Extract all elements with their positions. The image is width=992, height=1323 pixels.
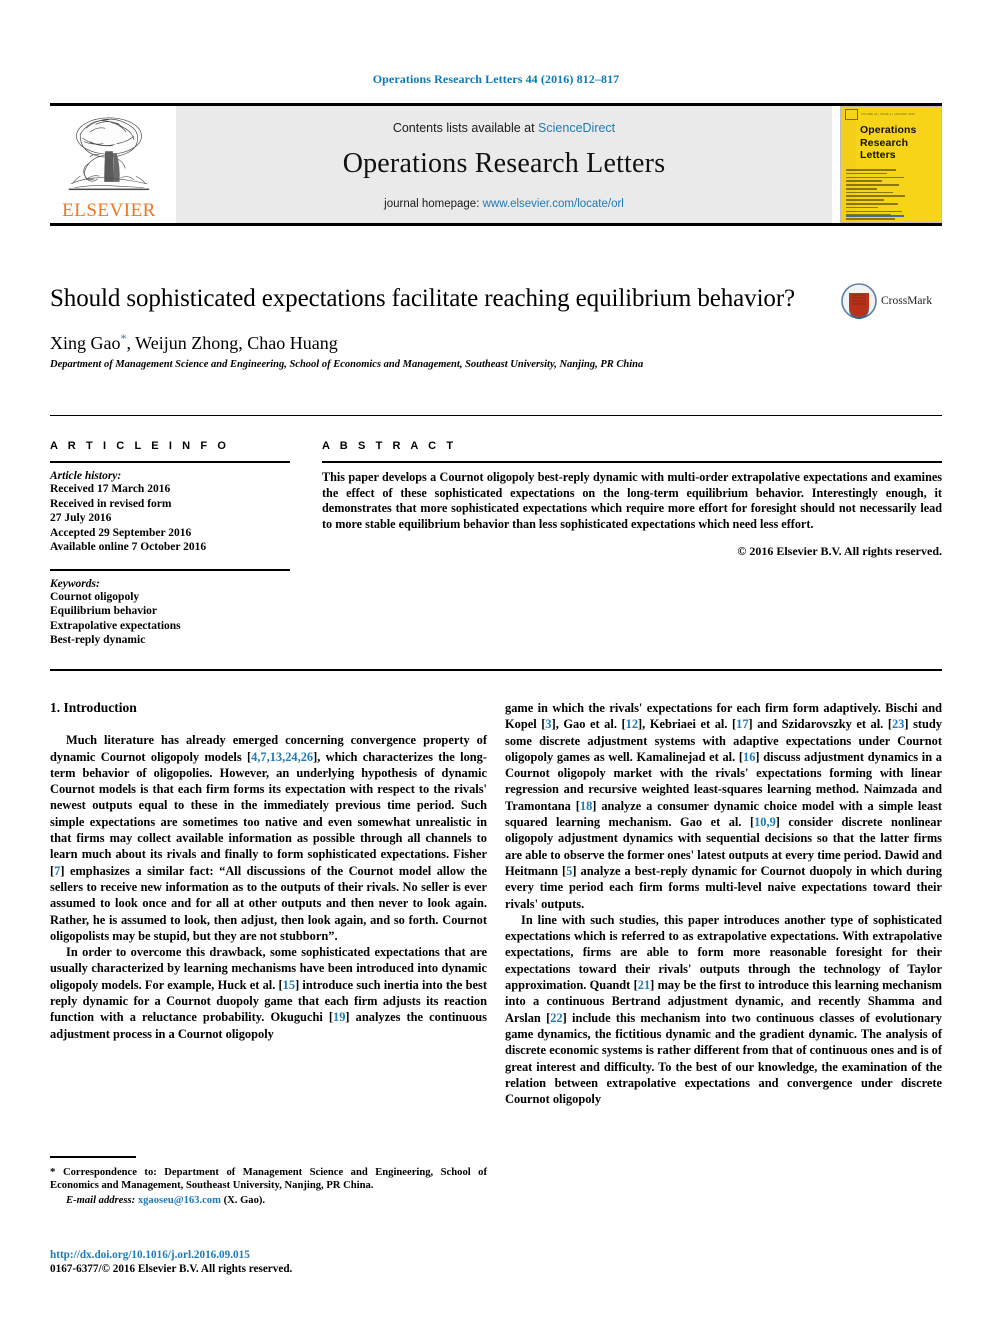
homepage-link[interactable]: www.elsevier.com/locate/orl [483,198,624,210]
journal-masthead: ELSEVIER Contents lists available at Sci… [50,103,942,226]
citation-ref[interactable]: 22 [550,1011,562,1025]
citation-ref[interactable]: 18 [580,799,592,813]
paragraph: In order to overcome this drawback, some… [50,944,487,1042]
cover-title-line1: Operations [860,124,917,136]
email-line: E-mail address: xgaoseu@163.com (X. Gao)… [50,1194,487,1208]
affiliation: Department of Management Science and Eng… [50,359,644,370]
body-column-left: 1. Introduction Much literature has alre… [50,700,487,1042]
list-item: Extrapolative expectations [50,619,181,632]
email-suffix: (X. Gao). [223,1194,266,1206]
contents-list-line: Contents lists available at ScienceDirec… [176,121,832,135]
cover-publisher-mark [845,109,858,120]
journal-band: Contents lists available at ScienceDirec… [176,106,832,223]
body-column-right: game in which the rivals' expectations f… [505,700,942,1107]
keywords-list: Cournot oligopoly Equilibrium behavior E… [50,590,290,648]
elsevier-tree-icon [68,117,150,191]
homepage-prefix: journal homepage: [384,198,483,210]
journal-title: Operations Research Letters [342,148,666,179]
citation-ref[interactable]: 15 [283,978,295,992]
imprint-block: http://dx.doi.org/10.1016/j.orl.2016.09.… [50,1248,487,1276]
keywords-rule [50,568,290,571]
citation-ref[interactable]: 10,9 [754,815,776,829]
list-item: Available online 7 October 2016 [50,541,207,553]
cover-footer-line [846,215,904,217]
correspondence-text: * Correspondence to: Department of Manag… [50,1166,487,1193]
article-info-column: A R T I C L E I N F O Article history: R… [50,440,290,648]
doi-link[interactable]: http://dx.doi.org/10.1016/j.orl.2016.09.… [50,1248,487,1262]
crossmark-icon [841,283,877,319]
elsevier-logo: ELSEVIER [50,106,168,223]
elsevier-wordmark: ELSEVIER [62,200,156,221]
cover-title-line2: Research [860,136,909,149]
cover-title: Operations Research Letters [860,124,916,162]
paragraph: Much literature has already emerged conc… [50,732,487,944]
list-item: Accepted 29 September 2016 [50,526,192,539]
journal-homepage-line: journal homepage: www.elsevier.com/locat… [176,198,832,210]
page-title: Should sophisticated expectations facili… [50,285,796,312]
abstract-column: A B S T R A C T This paper develops a Co… [322,440,942,559]
text-run: ], Kebriaei et al. [ [638,717,737,732]
author-rest: , Weijun Zhong, Chao Huang [126,333,338,353]
masthead-bottom-rule [50,223,942,226]
info-top-rule [50,415,942,416]
correspondence-footnote: * Correspondence to: Department of Manag… [50,1156,487,1207]
paragraph: In line with such studies, this paper in… [505,912,942,1108]
cover-title-line3: Letters [860,149,896,161]
correspondence-body: Correspondence to: Department of Managem… [50,1166,487,1192]
article-info-heading: A R T I C L E I N F O [50,440,230,452]
cover-volume-text: VOLUME 44 | ISSUE 1 | JANUARY 2016 [861,113,916,116]
citation-ref[interactable]: 21 [638,978,650,992]
info-bottom-rule [50,669,942,671]
citation-ref[interactable]: 12 [626,717,638,731]
citation-ref[interactable]: 4,7,13,24,26 [251,750,313,764]
footnote-star: * [50,1165,56,1178]
list-item: Best-reply dynamic [50,634,146,646]
list-item: 27 July 2016 [50,512,112,524]
abstract-heading: A B S T R A C T [322,440,457,452]
issn-copyright-line: 0167-6377/© 2016 Elsevier B.V. All right… [50,1263,293,1275]
contents-prefix: Contents lists available at [392,121,539,135]
list-item: Received 17 March 2016 [50,483,171,495]
copyright-line: © 2016 Elsevier B.V. All rights reserved… [737,544,942,559]
sciencedirect-link[interactable]: ScienceDirect [538,121,615,135]
crossmark-badge[interactable]: CrossMark [841,281,941,321]
list-item: Received in revised form [50,497,172,510]
citation-ref[interactable]: 19 [333,1010,345,1024]
article-history-list: Received 17 March 2016 Received in revis… [50,482,290,555]
email-label: E-mail address: [66,1194,136,1206]
text-run: ], which characterizes the long-term beh… [50,749,487,878]
citation-ref[interactable]: 23 [892,717,904,731]
text-run: ], Gao et al. [ [551,717,626,732]
text-run: ] and Szidarovszky et al. [ [748,717,892,732]
list-item: Cournot oligopoly [50,590,140,603]
cover-masthead: VOLUME 44 | ISSUE 1 | JANUARY 2016 [845,109,937,120]
author-list: Xing Gao*, Weijun Zhong, Chao Huang [50,331,840,354]
paragraph: game in which the rivals' expectations f… [505,700,942,912]
citation-ref[interactable]: 17 [736,717,748,731]
article-history-label: Article history: [50,470,122,482]
crossmark-label: CrossMark [881,295,933,307]
running-head: Operations Research Letters 44 (2016) 81… [372,72,620,86]
text-run: ] emphasizes a similar fact: “All discus… [50,863,487,943]
section-heading-introduction: 1. Introduction [50,700,137,715]
abstract-rule [322,461,942,463]
list-item: Equilibrium behavior [50,605,158,617]
abstract-text: This paper develops a Cournot oligopoly … [322,470,942,531]
article-info-rule [50,461,290,463]
citation-ref[interactable]: 16 [743,750,755,764]
footnote-rule [50,1156,136,1158]
text-run: ] include this mechanism into two contin… [505,1010,942,1107]
article-header: Should sophisticated expectations facili… [50,283,840,370]
author-first: Xing Gao [50,333,121,353]
paper-page: Operations Research Letters 44 (2016) 81… [0,0,992,1323]
journal-cover-thumbnail: VOLUME 44 | ISSUE 1 | JANUARY 2016 Opera… [840,106,942,223]
keywords-label: Keywords: [50,577,100,590]
email-link[interactable]: xgaoseu@163.com [138,1195,221,1206]
